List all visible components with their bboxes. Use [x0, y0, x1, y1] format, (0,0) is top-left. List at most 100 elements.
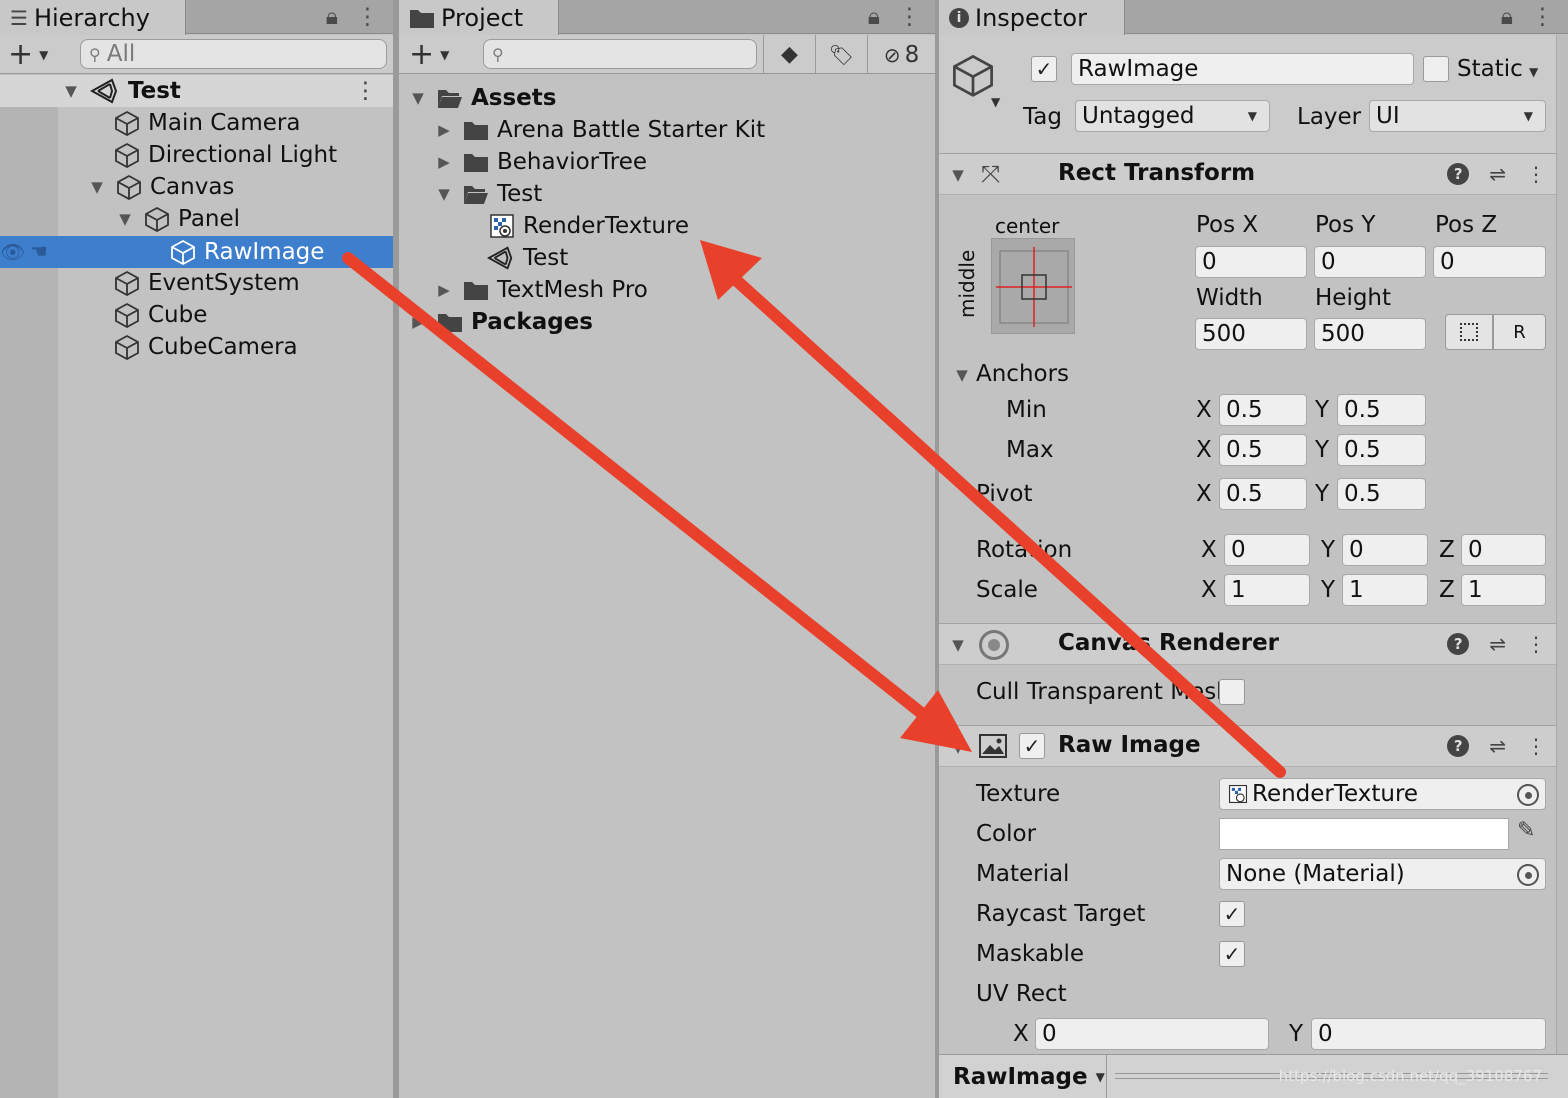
pos-y-input[interactable]: 0 [1314, 246, 1426, 278]
cull-transparent-checkbox[interactable] [1219, 679, 1245, 705]
scale-x-input[interactable]: 1 [1224, 574, 1310, 606]
maskable-checkbox[interactable]: ✓ [1219, 941, 1245, 967]
pivot-x-input[interactable]: 0.5 [1219, 478, 1307, 510]
anchor-max-x-input[interactable]: 0.5 [1219, 434, 1307, 466]
chevron-down-icon[interactable]: ▼ [991, 95, 1000, 109]
pickable-hand-icon[interactable]: ☚ [30, 239, 48, 263]
rect-transform-header[interactable]: ▼ ⤧ Rect Transform ? ⇌ ⋮ [939, 153, 1556, 195]
anchor-presets-button[interactable] [991, 238, 1075, 334]
raw-edit-button[interactable]: R [1493, 314, 1546, 350]
project-folder-item[interactable]: ▶ BehaviorTree [433, 146, 647, 178]
rotation-z-input[interactable]: 0 [1461, 534, 1546, 566]
anchor-min-x-input[interactable]: 0.5 [1219, 394, 1307, 426]
expand-arrow-icon[interactable]: ▶ [407, 311, 429, 333]
expand-arrow-icon[interactable]: ▼ [407, 87, 429, 109]
more-icon[interactable]: ⋮ [1526, 734, 1546, 758]
expand-arrow-icon[interactable]: ▶ [433, 119, 455, 141]
expand-arrow-icon[interactable]: ▼ [86, 176, 108, 198]
tag-dropdown[interactable]: Untagged ▼ [1075, 100, 1270, 132]
layer-dropdown[interactable]: UI ▼ [1369, 100, 1546, 132]
visibility-eye-icon[interactable]: 👁︎ [0, 240, 25, 264]
pos-z-input[interactable]: 0 [1433, 246, 1546, 278]
project-folder-item[interactable]: ▶ Arena Battle Starter Kit [433, 114, 765, 146]
object-picker-icon[interactable] [1517, 784, 1539, 806]
object-name-input[interactable]: RawImage [1071, 53, 1414, 85]
anchors-arrow-icon[interactable]: ▼ [951, 364, 973, 386]
tab-project[interactable]: Project [399, 0, 559, 35]
more-icon[interactable]: ⋮ [1531, 4, 1554, 30]
tab-inspector[interactable]: i Inspector [939, 0, 1125, 35]
width-input[interactable]: 500 [1195, 318, 1307, 350]
project-folder-item[interactable]: ▼ Assets [407, 82, 556, 114]
anchor-max-y-input[interactable]: 0.5 [1337, 434, 1426, 466]
rotation-y-input[interactable]: 0 [1342, 534, 1428, 566]
inspector-scrollbar[interactable] [1556, 35, 1568, 1098]
hierarchy-item[interactable]: EventSystem [114, 267, 300, 299]
lock-icon[interactable]: 🔒︎ [1501, 4, 1513, 30]
lock-icon[interactable]: 🔒︎ [868, 4, 880, 30]
expand-arrow-icon[interactable]: ▶ [433, 151, 455, 173]
hierarchy-search-input[interactable]: ⚲ All [80, 39, 387, 69]
help-icon[interactable]: ? [1447, 735, 1470, 757]
project-folder-item[interactable]: ▶ TextMesh Pro [433, 274, 648, 306]
scale-z-input[interactable]: 1 [1461, 574, 1546, 606]
expand-arrow-icon[interactable]: ▶ [433, 279, 455, 301]
project-folder-item[interactable]: ▶ Packages [407, 306, 593, 338]
raycast-target-checkbox[interactable]: ✓ [1219, 901, 1245, 927]
collapse-arrow-icon[interactable]: ▼ [947, 736, 969, 758]
preview-dropdown[interactable]: RawImage ▼ [943, 1055, 1107, 1098]
raw-image-enabled-checkbox[interactable]: ✓ [1019, 733, 1045, 759]
expand-arrow-icon[interactable]: ▼ [114, 208, 136, 230]
filter-by-label-button[interactable]: 🏷︎ [815, 35, 867, 74]
eyedropper-icon[interactable]: ✎ [1517, 818, 1535, 843]
collapse-arrow-icon[interactable]: ▼ [947, 164, 969, 186]
hierarchy-item-selected[interactable]: 👁︎ ☚ RawImage [0, 236, 393, 268]
hierarchy-item[interactable]: CubeCamera [114, 331, 298, 363]
presets-icon[interactable]: ⇌ [1489, 162, 1506, 186]
rotation-x-input[interactable]: 0 [1224, 534, 1310, 566]
more-icon[interactable]: ⋮ [1526, 632, 1546, 656]
canvas-renderer-header[interactable]: ▼ Canvas Renderer ? ⇌ ⋮ [939, 623, 1556, 665]
project-search-input[interactable]: ⚲ [483, 39, 757, 69]
expand-arrow-icon[interactable]: ▼ [60, 80, 82, 102]
pivot-y-input[interactable]: 0.5 [1337, 478, 1426, 510]
hierarchy-item[interactable]: Cube [114, 299, 207, 331]
blueprint-mode-button[interactable] [1445, 314, 1493, 350]
active-checkbox[interactable]: ✓ [1031, 56, 1057, 82]
anchor-min-y-input[interactable]: 0.5 [1337, 394, 1426, 426]
collapse-arrow-icon[interactable]: ▼ [947, 634, 969, 656]
uv-x-input[interactable]: 0 [1035, 1018, 1269, 1050]
static-checkbox[interactable] [1423, 56, 1449, 82]
filter-by-type-button[interactable]: ◆ [763, 35, 815, 74]
raw-image-header[interactable]: ▼ ✓ Raw Image ? ⇌ ⋮ [939, 725, 1556, 767]
help-icon[interactable]: ? [1447, 163, 1470, 185]
color-swatch[interactable] [1219, 818, 1509, 850]
height-input[interactable]: 500 [1314, 318, 1426, 350]
scene-more-icon[interactable]: ⋮ [354, 78, 377, 104]
hierarchy-item[interactable]: Main Camera [114, 107, 300, 139]
create-button[interactable]: + ▼ [409, 35, 449, 74]
more-icon[interactable]: ⋮ [898, 4, 921, 30]
presets-icon[interactable]: ⇌ [1489, 734, 1506, 758]
pos-x-input[interactable]: 0 [1195, 246, 1307, 278]
hierarchy-item[interactable]: Directional Light [114, 139, 337, 171]
scene-row[interactable]: ▼ Test ⋮ [0, 75, 393, 107]
tab-hierarchy[interactable]: ☰ Hierarchy [0, 0, 186, 35]
more-icon[interactable]: ⋮ [356, 4, 379, 30]
material-object-field[interactable]: None (Material) [1219, 858, 1546, 890]
project-asset-item[interactable]: RenderTexture [489, 210, 689, 242]
create-button[interactable]: + ▼ [8, 35, 48, 74]
lock-icon[interactable]: 🔒︎ [326, 4, 338, 30]
project-asset-item[interactable]: Test [487, 242, 568, 274]
help-icon[interactable]: ? [1447, 633, 1470, 655]
presets-icon[interactable]: ⇌ [1489, 632, 1506, 656]
more-icon[interactable]: ⋮ [1526, 162, 1546, 186]
texture-object-field[interactable]: RenderTexture [1219, 778, 1546, 810]
scale-y-input[interactable]: 1 [1342, 574, 1428, 606]
static-chevron-down-icon[interactable]: ▼ [1529, 65, 1538, 79]
hidden-packages-button[interactable]: ⊘ 8 [867, 35, 935, 74]
uv-y-input[interactable]: 0 [1311, 1018, 1546, 1050]
hierarchy-item[interactable]: ▼ Canvas [86, 171, 234, 203]
gameobject-cube-icon[interactable] [951, 53, 995, 97]
object-picker-icon[interactable] [1517, 864, 1539, 886]
